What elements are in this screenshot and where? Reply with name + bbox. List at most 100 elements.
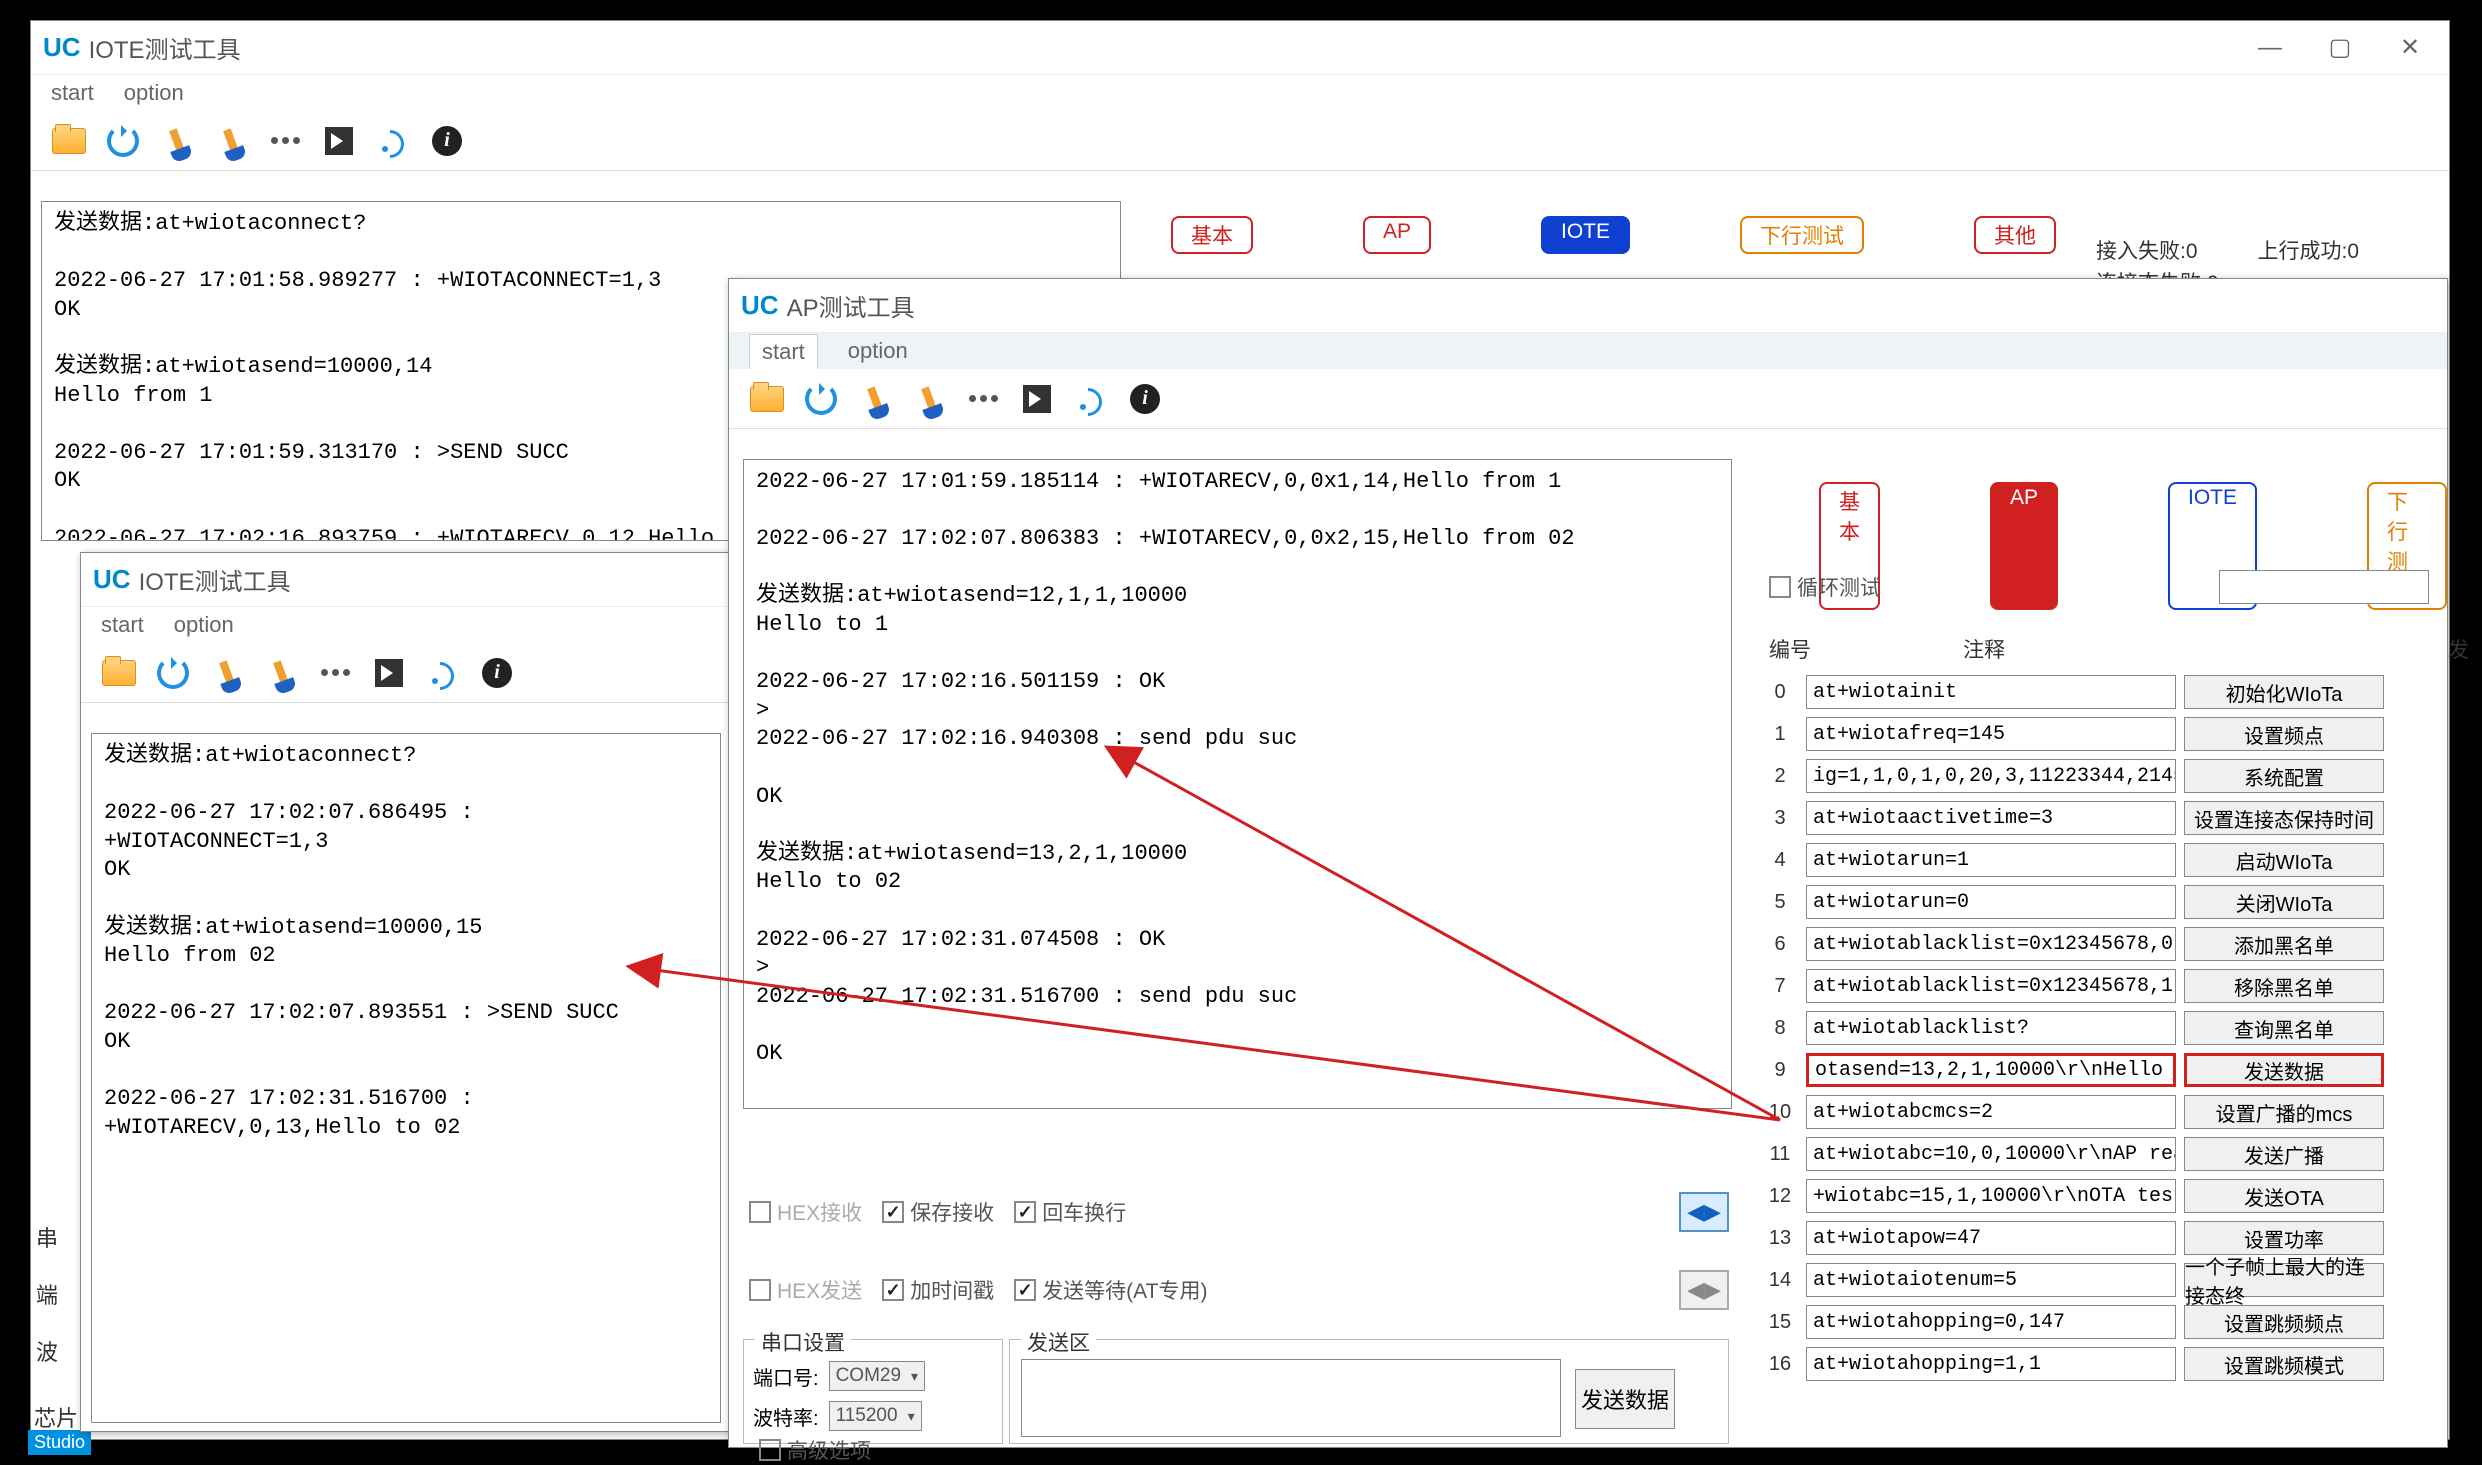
titlebar-2: UC IOTE测试工具 <box>81 553 729 607</box>
cmd-input[interactable]: at+wiotapow=47 <box>1806 1221 2176 1255</box>
cmd-input[interactable]: at+wiotablacklist=0x12345678,0 <box>1806 927 2176 961</box>
brush2-button[interactable] <box>263 655 299 691</box>
tab-downlink[interactable]: 下行测试 <box>1740 216 1864 254</box>
maximize-icon[interactable]: ▢ <box>2325 33 2355 63</box>
cmd-action-button[interactable]: 设置频点 <box>2184 717 2384 751</box>
recv-options: HEX接收 保存接收 回车换行 ◀▶ <box>749 1192 1729 1232</box>
signal-button[interactable] <box>375 123 411 159</box>
cmd-action-button[interactable]: 发送广播 <box>2184 1137 2384 1171</box>
timestamp-checkbox[interactable]: 加时间戳 <box>882 1275 994 1305</box>
send-options: HEX发送 加时间戳 发送等待(AT专用) ◀▶ <box>749 1270 1729 1310</box>
nav-right-button[interactable]: ◀▶ <box>1679 1270 1729 1310</box>
menu-option-2[interactable]: option <box>174 612 234 638</box>
menubar-3: start option <box>729 333 2447 369</box>
info-button[interactable]: i <box>479 655 515 691</box>
cmd-input[interactable]: at+wiotabc=10,0,10000\r\nAP ready <box>1806 1137 2176 1171</box>
menu-option-3[interactable]: option <box>848 338 908 364</box>
open-folder-button[interactable] <box>101 655 137 691</box>
cmd-input[interactable]: at+wiotabcmcs=2 <box>1806 1095 2176 1129</box>
save-recv-checkbox[interactable]: 保存接收 <box>882 1197 994 1227</box>
cmd-action-button[interactable]: 查询黑名单 <box>2184 1011 2384 1045</box>
port-combo[interactable]: COM29 <box>829 1361 926 1391</box>
cmd-action-button[interactable]: 启动WIoTa <box>2184 843 2384 877</box>
cmd-input[interactable]: at+wiotaiotenum=5 <box>1806 1263 2176 1297</box>
cmd-input[interactable]: at+wiotainit <box>1806 675 2176 709</box>
cmd-input[interactable]: at+wiotahopping=0,147 <box>1806 1305 2176 1339</box>
cmd-action-button[interactable]: 关闭WIoTa <box>2184 885 2384 919</box>
send-textarea[interactable] <box>1021 1359 1561 1437</box>
brush2-button[interactable] <box>911 381 947 417</box>
menu-option[interactable]: option <box>124 80 184 106</box>
cmd-idx: 14 <box>1762 1269 1798 1292</box>
tab-ap-active[interactable]: AP <box>1990 482 2058 610</box>
hex-send-checkbox[interactable]: HEX发送 <box>749 1275 862 1305</box>
cmd-action-button[interactable]: 设置跳频频点 <box>2184 1305 2384 1339</box>
play-button[interactable] <box>1019 381 1055 417</box>
menu-start-2[interactable]: start <box>101 612 144 638</box>
minimize-icon[interactable]: — <box>2255 33 2285 63</box>
send-data-button[interactable]: 发送数据 <box>1575 1369 1675 1429</box>
tab-basic[interactable]: 基本 <box>1171 216 1253 254</box>
cmd-row-9: 9otasend=13,2,1,10000\r\nHello to 02发送数据 <box>1762 1049 2384 1091</box>
cmd-action-button[interactable]: 添加黑名单 <box>2184 927 2384 961</box>
cmd-action-button[interactable]: 设置连接态保持时间 <box>2184 801 2384 835</box>
hex-send-label: HEX发送 <box>777 1275 862 1305</box>
more-button[interactable] <box>317 655 353 691</box>
cmd-input[interactable]: at+wiotafreq=145 <box>1806 717 2176 751</box>
cmd-action-button[interactable]: 发送数据 <box>2184 1053 2384 1087</box>
window-title: IOTE测试工具 <box>89 30 241 65</box>
cmd-input[interactable]: otasend=13,2,1,10000\r\nHello to 02 <box>1806 1053 2176 1087</box>
refresh-button[interactable] <box>155 655 191 691</box>
loop-test-row: 循环测试 <box>1769 572 1901 602</box>
refresh-button[interactable] <box>105 123 141 159</box>
cmd-action-button[interactable]: 设置广播的mcs <box>2184 1095 2384 1129</box>
hex-recv-checkbox[interactable]: HEX接收 <box>749 1197 862 1227</box>
linewrap-checkbox[interactable]: 回车换行 <box>1014 1197 1126 1227</box>
info-button[interactable]: i <box>429 123 465 159</box>
loop-test-input[interactable] <box>2219 570 2429 604</box>
menu-start[interactable]: start <box>51 80 94 106</box>
close-icon[interactable]: ✕ <box>2395 33 2425 63</box>
cmd-input[interactable]: at+wiotahopping=1,1 <box>1806 1347 2176 1381</box>
more-button[interactable] <box>267 123 303 159</box>
info-button[interactable]: i <box>1127 381 1163 417</box>
signal-button[interactable] <box>425 655 461 691</box>
loop-test-checkbox[interactable]: 循环测试 <box>1769 572 1881 602</box>
advanced-checkbox[interactable]: 高级选项 <box>759 1435 871 1465</box>
cmd-action-button[interactable]: 设置功率 <box>2184 1221 2384 1255</box>
cmd-input[interactable]: at+wiotaactivetime=3 <box>1806 801 2176 835</box>
cmd-action-button[interactable]: 一个子帧上最大的连接态终 <box>2184 1263 2384 1297</box>
tab-other[interactable]: 其他 <box>1974 216 2056 254</box>
nav-left-button[interactable]: ◀▶ <box>1679 1192 1729 1232</box>
cmd-input[interactable]: at+wiotablacklist? <box>1806 1011 2176 1045</box>
tab-iote[interactable]: IOTE <box>1541 216 1630 254</box>
log-area-3: 2022-06-27 17:01:59.185114 : +WIOTARECV,… <box>743 459 1732 1109</box>
play-button[interactable] <box>371 655 407 691</box>
brush-button[interactable] <box>209 655 245 691</box>
sendwait-checkbox[interactable]: 发送等待(AT专用) <box>1014 1275 1207 1305</box>
cmd-action-button[interactable]: 系统配置 <box>2184 759 2384 793</box>
baud-combo[interactable]: 115200 <box>829 1401 922 1431</box>
more-button[interactable] <box>965 381 1001 417</box>
studio-label: Studio <box>28 1430 91 1455</box>
open-folder-button[interactable] <box>51 123 87 159</box>
brush2-button[interactable] <box>213 123 249 159</box>
cmd-input[interactable]: +wiotabc=15,1,10000\r\nOTA test data <box>1806 1179 2176 1213</box>
cmd-input[interactable]: at+wiotarun=0 <box>1806 885 2176 919</box>
cmd-action-button[interactable]: 发送OTA <box>2184 1179 2384 1213</box>
signal-button[interactable] <box>1073 381 1109 417</box>
open-folder-button[interactable] <box>749 381 785 417</box>
cmd-action-button[interactable]: 移除黑名单 <box>2184 969 2384 1003</box>
menu-start-3[interactable]: start <box>749 334 818 369</box>
cmd-action-button[interactable]: 初始化WIoTa <box>2184 675 2384 709</box>
tab-ap[interactable]: AP <box>1363 216 1431 254</box>
cmd-action-button[interactable]: 设置跳频模式 <box>2184 1347 2384 1381</box>
cmd-input[interactable]: ig=1,1,0,1,0,20,3,11223344,21456981 <box>1806 759 2176 793</box>
cmd-idx: 15 <box>1762 1311 1798 1334</box>
brush-button[interactable] <box>857 381 893 417</box>
play-button[interactable] <box>321 123 357 159</box>
refresh-button[interactable] <box>803 381 839 417</box>
cmd-input[interactable]: at+wiotarun=1 <box>1806 843 2176 877</box>
brush-button[interactable] <box>159 123 195 159</box>
cmd-input[interactable]: at+wiotablacklist=0x12345678,1 <box>1806 969 2176 1003</box>
